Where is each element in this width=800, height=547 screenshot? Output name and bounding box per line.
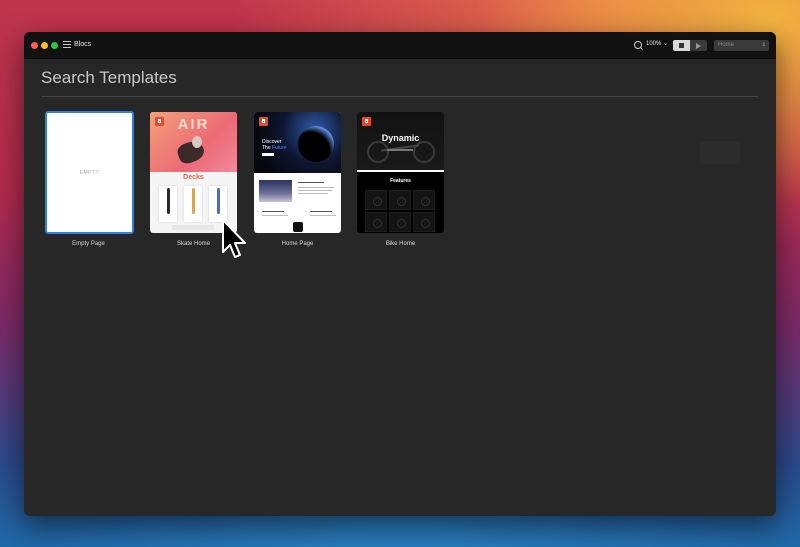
close-icon[interactable] — [31, 42, 38, 49]
zoom-level[interactable]: 100% — [646, 41, 661, 47]
template-card-home-page[interactable]: Discover The Future — [254, 112, 341, 233]
planet-image — [298, 126, 334, 162]
skateboard-image — [192, 188, 195, 214]
bike-wheel-image — [367, 141, 389, 163]
text-line — [310, 211, 332, 212]
faint-panel — [700, 141, 740, 164]
feature-tile — [413, 212, 435, 232]
template-label: Empty Page — [72, 241, 105, 247]
text-line — [298, 193, 328, 194]
search-icon[interactable] — [634, 41, 642, 49]
template-label: Home Page — [281, 241, 314, 247]
thumbnail-hero-text: Discover The Future — [262, 139, 286, 151]
trash-icon[interactable] — [155, 117, 164, 126]
text-line — [310, 215, 336, 216]
stop-icon[interactable] — [673, 40, 690, 51]
thumbnail-section-text: Features — [390, 178, 411, 184]
chevron-updown-icon: ⇕ — [761, 42, 766, 48]
page-select-value: Home — [718, 42, 735, 48]
sidebar-menu-icon[interactable] — [63, 41, 71, 48]
divider — [41, 96, 758, 97]
hero-line-2: The — [262, 145, 271, 151]
page-select[interactable]: Home ⇕ — [714, 40, 769, 51]
app-window: Blocs 100% ⌄ Home ⇕ Search Templates EMP… — [24, 32, 776, 516]
watch-image — [293, 222, 303, 232]
preview-toggle — [673, 40, 707, 51]
template-card-bike-home[interactable]: Dynamic Features — [357, 112, 444, 233]
thumbnail-button — [387, 149, 413, 151]
mouse-pointer-icon — [222, 219, 246, 258]
skateboard-image — [217, 188, 220, 214]
app-title: Blocs — [74, 41, 92, 48]
title-bar: Blocs 100% ⌄ Home ⇕ — [24, 32, 776, 59]
empty-label: EMPTY — [79, 170, 100, 176]
page-title: Search Templates — [41, 68, 177, 87]
skater-image — [192, 136, 202, 148]
feature-tile — [365, 212, 387, 232]
feature-tile — [389, 212, 411, 232]
trash-icon[interactable] — [362, 117, 371, 126]
hero-line-2-accent: Future — [272, 145, 287, 151]
chevron-down-icon[interactable]: ⌄ — [663, 40, 668, 47]
thumbnail-button — [172, 225, 214, 230]
trash-icon[interactable] — [259, 117, 268, 126]
text-line — [262, 215, 288, 216]
play-icon[interactable] — [690, 40, 707, 51]
template-card-skate-home[interactable]: AIR Decks — [150, 112, 237, 233]
thumbnail-hero-text: Dynamic — [381, 133, 420, 143]
minimize-icon[interactable] — [41, 42, 48, 49]
text-line — [298, 187, 334, 188]
feature-tile — [413, 190, 435, 210]
thumbnail-section-text: Decks — [183, 174, 204, 181]
text-line — [262, 211, 284, 212]
template-label: Bike Home — [385, 241, 416, 247]
feature-tile — [365, 190, 387, 210]
text-line — [298, 190, 332, 191]
zoom-icon[interactable] — [51, 42, 58, 49]
mountain-image — [259, 180, 292, 202]
skateboard-image — [167, 188, 170, 214]
template-card-empty-page[interactable]: EMPTY — [45, 111, 134, 234]
feature-tile — [389, 190, 411, 210]
text-line — [298, 182, 324, 183]
thumbnail-divider — [357, 170, 444, 172]
thumbnail-button — [262, 153, 274, 156]
